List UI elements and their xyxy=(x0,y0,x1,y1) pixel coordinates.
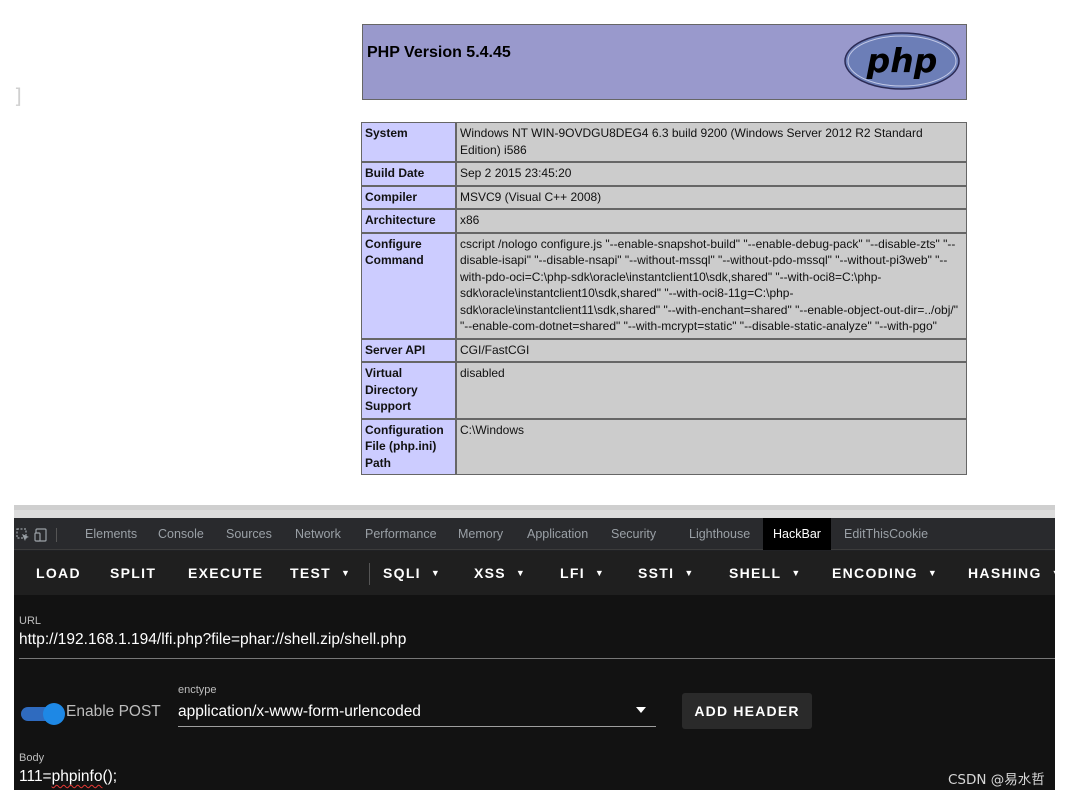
table-row: System Windows NT WIN-9OVDGU8DEG4 6.3 bu… xyxy=(361,122,967,162)
caret-down-icon: ▼ xyxy=(1052,568,1055,578)
ssti-menu-button[interactable]: SSTI ▼ xyxy=(638,551,695,595)
test-menu-button[interactable]: TEST ▼ xyxy=(290,551,351,595)
caret-down-icon: ▼ xyxy=(430,568,442,578)
add-header-button[interactable]: ADD HEADER xyxy=(682,693,812,729)
row-label: Build Date xyxy=(361,162,456,186)
php-header: PHP Version 5.4.45 php xyxy=(362,24,967,100)
url-label: URL xyxy=(19,615,42,627)
toggle-knob xyxy=(43,703,65,725)
xss-menu-button[interactable]: XSS ▼ xyxy=(474,551,526,595)
row-label: Virtual Directory Support xyxy=(361,362,456,419)
caret-down-icon: ▼ xyxy=(515,568,527,578)
tab-elements[interactable]: Elements xyxy=(85,518,137,550)
ssti-label: SSTI xyxy=(638,565,675,581)
php-info-table: System Windows NT WIN-9OVDGU8DEG4 6.3 bu… xyxy=(361,122,967,475)
row-value: cscript /nologo configure.js "--enable-s… xyxy=(456,232,967,339)
row-label: Configure Command xyxy=(361,232,456,339)
table-row: Build Date Sep 2 2015 23:45:20 xyxy=(361,162,967,186)
lfi-label: LFI xyxy=(560,565,585,581)
table-row: Server API CGI/FastCGI xyxy=(361,338,967,362)
split-button[interactable]: SPLIT xyxy=(110,551,156,595)
body-prefix: 111= xyxy=(19,768,52,785)
tab-hackbar[interactable]: HackBar xyxy=(763,518,831,550)
row-value: Windows NT WIN-9OVDGU8DEG4 6.3 build 920… xyxy=(456,122,967,162)
device-toolbar-icon[interactable] xyxy=(32,527,50,543)
sqli-label: SQLI xyxy=(383,565,421,581)
row-label: Configuration File (php.ini) Path xyxy=(361,418,456,475)
caret-down-icon: ▼ xyxy=(791,568,802,578)
devtools-tab-bar: Elements Console Sources Network Perform… xyxy=(14,518,1055,550)
body-function: phpinfo xyxy=(51,768,103,785)
shell-menu-button[interactable]: SHELL ▼ xyxy=(729,551,802,595)
sqli-menu-button[interactable]: SQLI ▼ xyxy=(383,551,441,595)
enable-post-label: Enable POST xyxy=(66,703,161,720)
url-input[interactable]: http://192.168.1.194/lfi.php?file=phar:/… xyxy=(19,631,406,649)
row-label: Architecture xyxy=(361,209,456,233)
row-label: Server API xyxy=(361,338,456,362)
tab-editthiscookie[interactable]: EditThisCookie xyxy=(844,518,928,550)
tab-lighthouse[interactable]: Lighthouse xyxy=(689,518,750,550)
caret-down-icon: ▼ xyxy=(594,568,606,578)
page-title: PHP Version 5.4.45 xyxy=(367,44,511,61)
tab-sources[interactable]: Sources xyxy=(226,518,272,550)
table-row: Architecture x86 xyxy=(361,209,967,233)
tab-performance[interactable]: Performance xyxy=(365,518,437,550)
hashing-label: HASHING xyxy=(968,565,1042,581)
row-label: System xyxy=(361,122,456,162)
devtools-panel: Elements Console Sources Network Perform… xyxy=(14,505,1055,790)
inspect-element-icon[interactable] xyxy=(14,527,32,543)
url-underline xyxy=(19,658,1055,659)
enable-post-toggle[interactable] xyxy=(21,703,65,725)
hackbar-form: URL http://192.168.1.194/lfi.php?file=ph… xyxy=(14,595,1055,790)
table-row: Virtual Directory Support disabled xyxy=(361,362,967,419)
table-row: Compiler MSVC9 (Visual C++ 2008) xyxy=(361,185,967,209)
lfi-menu-button[interactable]: LFI ▼ xyxy=(560,551,605,595)
edge-artifact: ] xyxy=(14,84,22,108)
row-value: disabled xyxy=(456,362,967,419)
body-input[interactable]: 111=phpinfo(); xyxy=(19,768,117,786)
php-logo-text: php xyxy=(866,41,938,80)
enctype-value: application/x-www-form-urlencoded xyxy=(178,703,421,720)
test-label: TEST xyxy=(290,565,331,581)
tab-memory[interactable]: Memory xyxy=(458,518,503,550)
toolbar-divider xyxy=(369,563,370,585)
execute-button[interactable]: EXECUTE xyxy=(188,551,263,595)
row-value: MSVC9 (Visual C++ 2008) xyxy=(456,185,967,209)
row-value: x86 xyxy=(456,209,967,233)
devtools-tools xyxy=(14,526,67,544)
body-suffix: (); xyxy=(102,768,118,785)
tab-application[interactable]: Application xyxy=(527,518,588,550)
encoding-label: ENCODING xyxy=(832,565,918,581)
encoding-menu-button[interactable]: ENCODING ▼ xyxy=(832,551,938,595)
table-row: Configure Command cscript /nologo config… xyxy=(361,232,967,339)
caret-down-icon: ▼ xyxy=(927,568,939,578)
row-value: Sep 2 2015 23:45:20 xyxy=(456,162,967,186)
toolbar-divider xyxy=(56,528,57,542)
enctype-select[interactable]: application/x-www-form-urlencoded xyxy=(178,701,656,727)
table-row: Configuration File (php.ini) Path C:\Win… xyxy=(361,418,967,475)
hashing-menu-button[interactable]: HASHING ▼ xyxy=(968,551,1055,595)
caret-down-icon: ▼ xyxy=(684,568,695,578)
enctype-label: enctype xyxy=(178,684,217,696)
body-label: Body xyxy=(19,752,45,764)
tab-security[interactable]: Security xyxy=(611,518,656,550)
php-logo: php xyxy=(844,32,960,90)
load-button[interactable]: LOAD xyxy=(36,551,81,595)
caret-down-icon: ▼ xyxy=(340,568,352,578)
tab-network[interactable]: Network xyxy=(295,518,341,550)
row-label: Compiler xyxy=(361,185,456,209)
dropdown-arrow-icon xyxy=(636,707,646,713)
xss-label: XSS xyxy=(474,565,506,581)
hackbar-toolbar: LOAD SPLIT EXECUTE TEST ▼ SQLI ▼ XSS ▼ LFI ▼… xyxy=(14,551,1055,595)
csdn-watermark: CSDN @易水哲 xyxy=(948,772,1045,788)
devtools-resize-handle[interactable] xyxy=(14,505,1055,518)
tab-console[interactable]: Console xyxy=(158,518,204,550)
row-value: C:\Windows xyxy=(456,418,967,475)
row-value: CGI/FastCGI xyxy=(456,338,967,362)
shell-label: SHELL xyxy=(729,565,782,581)
